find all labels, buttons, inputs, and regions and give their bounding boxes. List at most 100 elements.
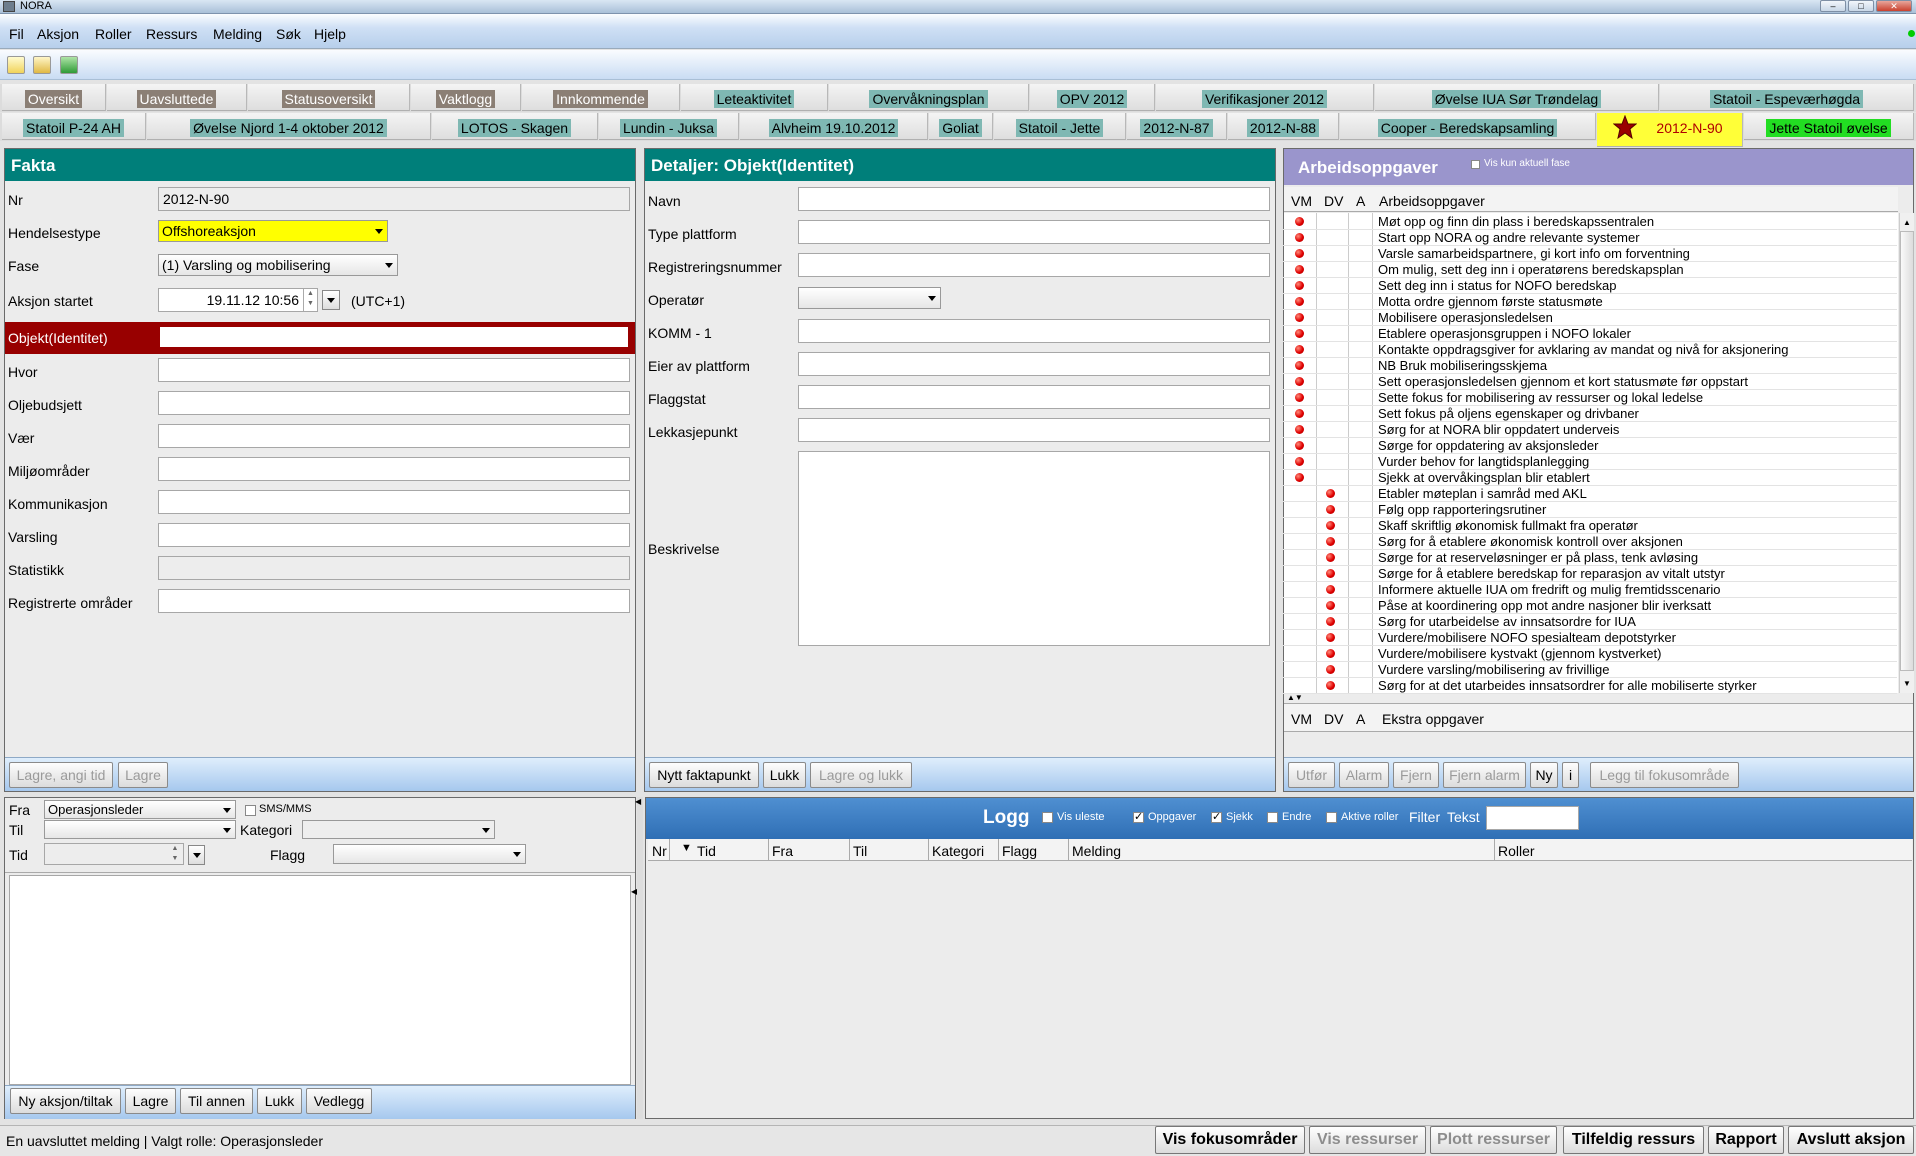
tab-2012-n-90[interactable]: 2012-N-90 — [1597, 113, 1743, 147]
melding-lukk-button[interactable]: Lukk — [257, 1088, 302, 1114]
komm-field[interactable] — [798, 319, 1270, 343]
lekkasjepunkt-field[interactable] — [798, 418, 1270, 442]
menu-melding[interactable]: Melding — [213, 26, 262, 42]
tab-2012-n-88[interactable]: 2012-N-88 — [1228, 113, 1339, 140]
legg-til-fokusomrade-button[interactable]: Legg til fokusområde — [1590, 762, 1739, 788]
sort-desc-icon[interactable]: ▼ — [681, 842, 692, 854]
tab-lundin-juksa[interactable]: Lundin - Juksa — [599, 113, 739, 140]
tab-statoil-espevaerhogda[interactable]: Statoil - Espeværhøgda — [1660, 84, 1914, 111]
vedlegg-button[interactable]: Vedlegg — [306, 1088, 372, 1114]
task-row[interactable]: Sørg for at NORA blir oppdatert undervei… — [1283, 422, 1903, 438]
open-folder-icon[interactable] — [33, 56, 51, 74]
til-select[interactable] — [44, 820, 236, 839]
task-row[interactable]: Kontakte oppdragsgiver for avklaring av … — [1283, 342, 1903, 358]
tab-verifikasjoner-2012[interactable]: Verifikasjoner 2012 — [1156, 84, 1374, 111]
tab-2012-n-87[interactable]: 2012-N-87 — [1127, 113, 1227, 140]
vertical-splitter[interactable]: ◀ — [635, 797, 643, 1119]
logg-col-melding[interactable]: Melding — [1072, 843, 1121, 859]
ny-button[interactable]: Ny — [1530, 762, 1558, 788]
menu-hjelp[interactable]: Hjelp — [314, 26, 346, 42]
task-row[interactable]: Sørge for å etablere beredskap for repar… — [1283, 566, 1903, 582]
tab-cooper[interactable]: Cooper - Beredskapsamling — [1340, 113, 1596, 140]
task-row[interactable]: Mobilisere operasjonsledelsen — [1283, 310, 1903, 326]
sms-checkbox[interactable] — [245, 805, 256, 816]
aktive-roller-checkbox[interactable] — [1326, 812, 1337, 823]
task-row[interactable]: Om mulig, sett deg inn i operatørens ber… — [1283, 262, 1903, 278]
tab-statoil-jette[interactable]: Statoil - Jette — [994, 113, 1126, 140]
task-row[interactable]: Motta ordre gjennom første statusmøte — [1283, 294, 1903, 310]
logg-col-flagg[interactable]: Flagg — [1002, 843, 1037, 859]
nytt-faktapunkt-button[interactable]: Nytt faktapunkt — [649, 762, 759, 788]
task-row[interactable]: Møt opp og finn din plass i beredskapsse… — [1283, 214, 1903, 230]
task-row[interactable]: Sette fokus for mobilisering av ressurse… — [1283, 390, 1903, 406]
tid-picker-button[interactable] — [188, 845, 205, 865]
task-row[interactable]: Informere aktuelle IUA om fredrift og mu… — [1283, 582, 1903, 598]
menu-sok[interactable]: Søk — [276, 26, 301, 42]
lagre-button[interactable]: Lagre — [118, 762, 168, 788]
vis-uleste-checkbox[interactable] — [1042, 812, 1053, 823]
tid-field[interactable] — [44, 843, 184, 865]
task-row[interactable]: Vurder behov for langtidsplanlegging — [1283, 454, 1903, 470]
task-row[interactable]: Sett operasjonsledelsen gjennom et kort … — [1283, 374, 1903, 390]
task-row[interactable]: Sørg for å etablere økonomisk kontroll o… — [1283, 534, 1903, 550]
info-button[interactable]: i — [1562, 762, 1579, 788]
navn-field[interactable] — [798, 187, 1270, 211]
task-row[interactable]: Start opp NORA og andre relevante system… — [1283, 230, 1903, 246]
tid-spinner[interactable]: ▲ ▼ — [168, 844, 182, 864]
vaer-field[interactable] — [158, 424, 630, 448]
task-row[interactable]: Følg opp rapporteringsrutiner — [1283, 502, 1903, 518]
date-picker-button[interactable] — [322, 290, 340, 310]
fase-select[interactable]: (1) Varsling og mobilisering — [158, 254, 398, 276]
eier-plattform-field[interactable] — [798, 352, 1270, 376]
tab-ovelse-iua[interactable]: Øvelse IUA Sør Trøndelag — [1375, 84, 1659, 111]
tab-statoil-p24[interactable]: Statoil P-24 AH — [2, 113, 146, 140]
task-row[interactable]: Etablere operasjonsgruppen i NOFO lokale… — [1283, 326, 1903, 342]
vis-fokusomrader-button[interactable]: Vis fokusområder — [1155, 1126, 1305, 1154]
lagre-og-lukk-button[interactable]: Lagre og lukk — [810, 762, 912, 788]
tab-innkommende[interactable]: Innkommende — [522, 84, 680, 111]
hendelsestype-select[interactable]: Offshoreaksjon — [158, 220, 388, 242]
tab-leteaktivitet[interactable]: Leteaktivitet — [681, 84, 828, 111]
tab-goliat[interactable]: Goliat — [929, 113, 993, 140]
task-row[interactable]: Sørge for oppdatering av aksjonsleder — [1283, 438, 1903, 454]
task-row[interactable]: Etabler møteplan i samråd med AKL — [1283, 486, 1903, 502]
menu-roller[interactable]: Roller — [95, 26, 132, 42]
flaggstat-field[interactable] — [798, 385, 1270, 409]
tab-lotos-skagen[interactable]: LOTOS - Skagen — [432, 113, 598, 140]
task-row[interactable]: Vurdere/mobilisere NOFO spesialteam depo… — [1283, 630, 1903, 646]
endre-checkbox[interactable] — [1267, 812, 1278, 823]
hvor-field[interactable] — [158, 358, 630, 382]
utfor-button[interactable]: Utfør — [1288, 762, 1335, 788]
tab-overvakningsplan[interactable]: Overvåkningsplan — [829, 84, 1029, 111]
melding-textarea[interactable] — [9, 875, 631, 1085]
oppgaver-checkbox[interactable] — [1133, 810, 1144, 823]
menu-aksjon[interactable]: Aksjon — [37, 26, 79, 42]
alarm-button[interactable]: Alarm — [1339, 762, 1389, 788]
task-row[interactable]: Vurdere varsling/mobilisering av frivill… — [1283, 662, 1903, 678]
aksjon-startet-field[interactable]: 19.11.12 10:56 — [158, 288, 318, 312]
tab-ovelse-njord[interactable]: Øvelse Njord 1-4 oktober 2012 — [147, 113, 431, 140]
task-row[interactable]: Sett fokus på oljens egenskaper og drivb… — [1283, 406, 1903, 422]
objekt-field[interactable] — [158, 325, 630, 349]
task-row[interactable]: Sett deg inn i status for NOFO beredskap — [1283, 278, 1903, 294]
task-row[interactable]: Sjekk at overvåkingsplan blir etablert — [1283, 470, 1903, 486]
sjekk-checkbox[interactable] — [1211, 810, 1222, 823]
time-spinner[interactable]: ▲ ▼ — [303, 289, 317, 311]
tab-alvheim[interactable]: Alvheim 19.10.2012 — [740, 113, 928, 140]
logg-col-fra[interactable]: Fra — [772, 843, 793, 859]
miljoomrader-field[interactable] — [158, 457, 630, 481]
tab-statusoversikt[interactable]: Statusoversikt — [248, 84, 410, 111]
registreringsnummer-field[interactable] — [798, 253, 1270, 277]
task-row[interactable]: Påse at koordinering opp mot andre nasjo… — [1283, 598, 1903, 614]
kategori-select[interactable] — [302, 820, 495, 839]
task-scrollbar[interactable]: ▲ ▼ — [1899, 213, 1914, 693]
fjern-button[interactable]: Fjern — [1393, 762, 1439, 788]
type-plattform-field[interactable] — [798, 220, 1270, 244]
task-row[interactable]: Skaff skriftlig økonomisk fullmakt fra o… — [1283, 518, 1903, 534]
tab-uavsluttede[interactable]: Uavsluttede — [107, 84, 247, 111]
rapport-button[interactable]: Rapport — [1708, 1126, 1784, 1154]
task-row[interactable]: Sørg for at det utarbeides innsatsordrer… — [1283, 678, 1903, 694]
fjern-alarm-button[interactable]: Fjern alarm — [1443, 762, 1526, 788]
melding-lagre-button[interactable]: Lagre — [125, 1088, 176, 1114]
new-document-icon[interactable] — [7, 56, 25, 74]
